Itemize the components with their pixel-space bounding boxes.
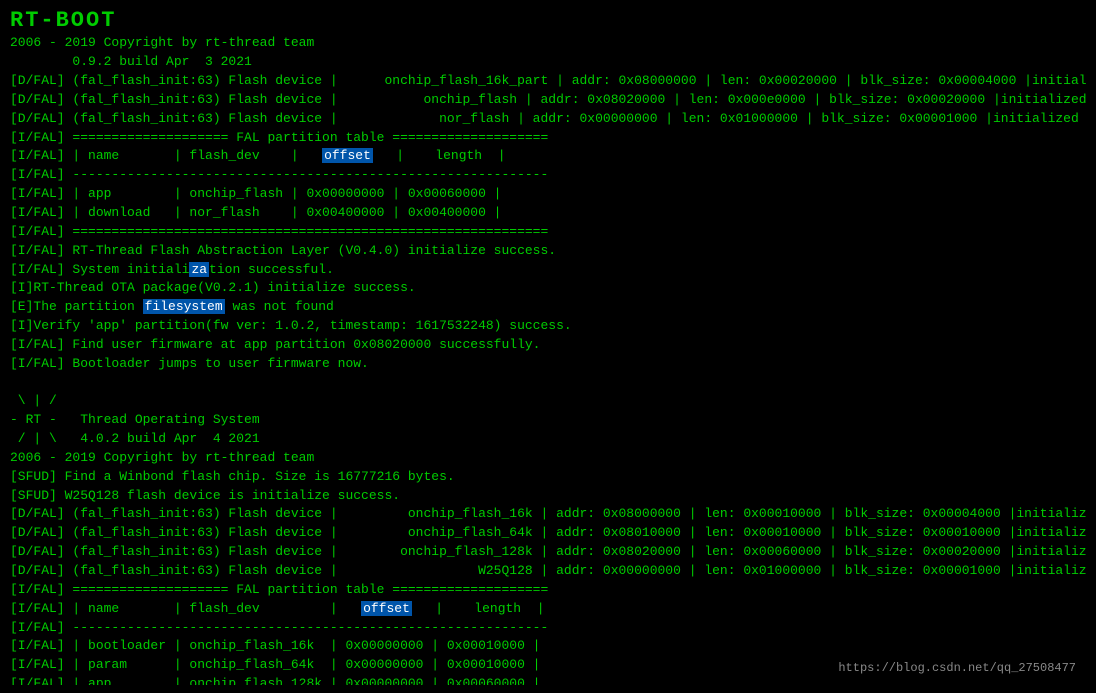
terminal-window: RT-BOOT 2006 - 2019 Copyright by rt-thre… bbox=[10, 8, 1086, 685]
line-partition-err: [E]The partition filesystem was not foun… bbox=[10, 298, 1086, 317]
line-rt-art1: \ | / bbox=[10, 392, 1086, 411]
url-watermark: https://blog.csdn.net/qq_27508477 bbox=[838, 661, 1076, 675]
line-flash6: [D/FAL] (fal_flash_init:63) Flash device… bbox=[10, 543, 1086, 562]
line-fal-end: [I/FAL] ================================… bbox=[10, 223, 1086, 242]
line-flash3: [D/FAL] (fal_flash_init:63) Flash device… bbox=[10, 110, 1086, 129]
line-find-fw: [I/FAL] Find user firmware at app partit… bbox=[10, 336, 1086, 355]
line-fal2-header: [I/FAL] ==================== FAL partiti… bbox=[10, 581, 1086, 600]
line-ota: [I]RT-Thread OTA package(V0.2.1) initial… bbox=[10, 279, 1086, 298]
line-sfud1: [SFUD] Find a Winbond flash chip. Size i… bbox=[10, 468, 1086, 487]
title-art: RT-BOOT bbox=[10, 8, 1086, 34]
line-flash7: [D/FAL] (fal_flash_init:63) Flash device… bbox=[10, 562, 1086, 581]
line-flash2: [D/FAL] (fal_flash_init:63) Flash device… bbox=[10, 91, 1086, 110]
sys-highlight: za bbox=[189, 262, 209, 277]
line-flash5: [D/FAL] (fal_flash_init:63) Flash device… bbox=[10, 524, 1086, 543]
line-fal-download: [I/FAL] | download | nor_flash | 0x00400… bbox=[10, 204, 1086, 223]
line-blank bbox=[10, 374, 1086, 393]
line-fal-header: [I/FAL] ==================== FAL partiti… bbox=[10, 129, 1086, 148]
line-copyright1: 2006 - 2019 Copyright by rt-thread team bbox=[10, 34, 1086, 53]
line-verify: [I]Verify 'app' partition(fw ver: 1.0.2,… bbox=[10, 317, 1086, 336]
line-fal2-sep: [I/FAL] --------------------------------… bbox=[10, 619, 1086, 638]
offset-highlight: offset bbox=[322, 148, 373, 163]
line-flash1: [D/FAL] (fal_flash_init:63) Flash device… bbox=[10, 72, 1086, 91]
line-fal2-col: [I/FAL] | name | flash_dev | offset | le… bbox=[10, 600, 1086, 619]
line-fal-col: [I/FAL] | name | flash_dev | offset | le… bbox=[10, 147, 1086, 166]
line-fal-success: [I/FAL] RT-Thread Flash Abstraction Laye… bbox=[10, 242, 1086, 261]
line-sys-init: [I/FAL] System initialization successful… bbox=[10, 261, 1086, 280]
line-rt-art2: - RT - Thread Operating System bbox=[10, 411, 1086, 430]
line-copyright2: 2006 - 2019 Copyright by rt-thread team bbox=[10, 449, 1086, 468]
line-fal2-app: [I/FAL] | app | onchip_flash_128k | 0x00… bbox=[10, 675, 1086, 685]
line-flash4: [D/FAL] (fal_flash_init:63) Flash device… bbox=[10, 505, 1086, 524]
line-fal2-boot: [I/FAL] | bootloader | onchip_flash_16k … bbox=[10, 637, 1086, 656]
line-rt-art3: / | \ 4.0.2 build Apr 4 2021 bbox=[10, 430, 1086, 449]
line-bootloader-jump: [I/FAL] Bootloader jumps to user firmwar… bbox=[10, 355, 1086, 374]
filesystem-highlight: filesystem bbox=[143, 299, 225, 314]
offset2-highlight: offset bbox=[361, 601, 412, 616]
line-fal-app: [I/FAL] | app | onchip_flash | 0x0000000… bbox=[10, 185, 1086, 204]
line-fal-sep: [I/FAL] --------------------------------… bbox=[10, 166, 1086, 185]
line-version1: 0.9.2 build Apr 3 2021 bbox=[10, 53, 1086, 72]
terminal-output: RT-BOOT 2006 - 2019 Copyright by rt-thre… bbox=[10, 8, 1086, 685]
line-sfud2: [SFUD] W25Q128 flash device is initializ… bbox=[10, 487, 1086, 506]
